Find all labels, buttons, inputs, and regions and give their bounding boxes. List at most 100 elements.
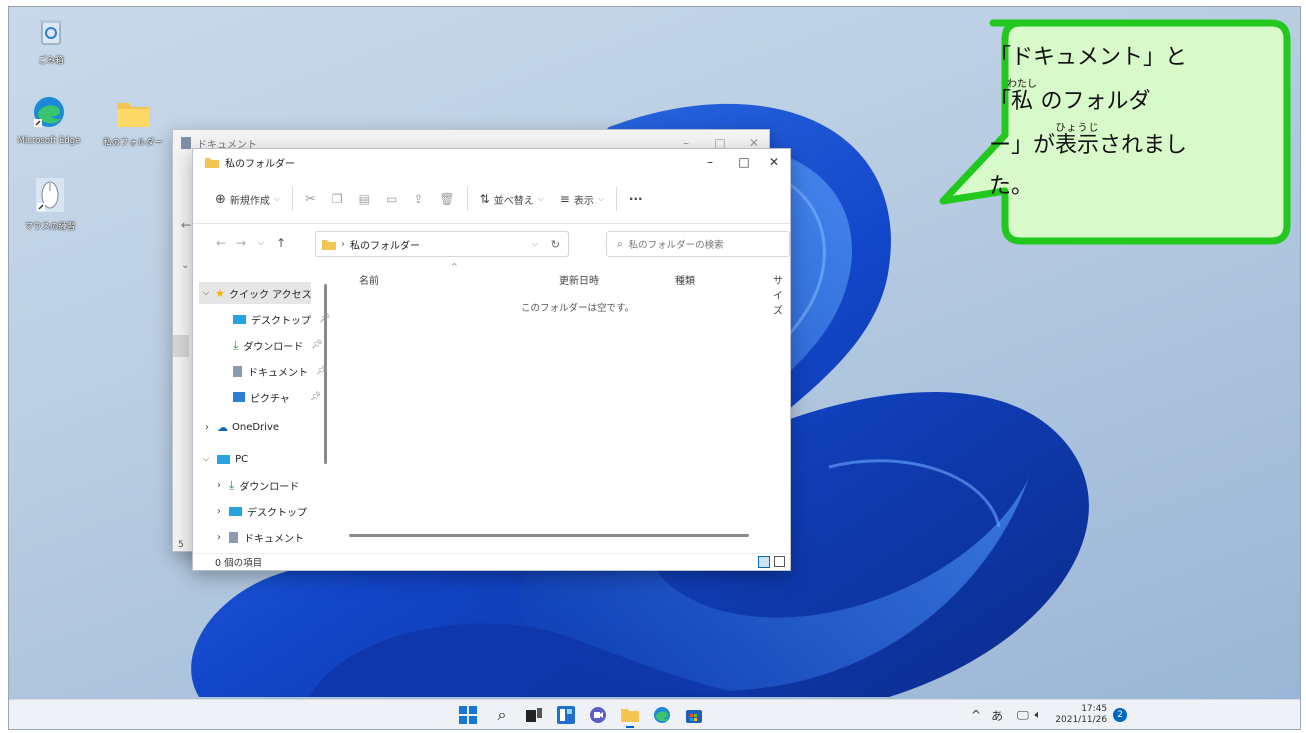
back-chevron-icon: ⌄ bbox=[181, 260, 190, 271]
sidebar-item-pc-desktop[interactable]: › デスクトップ bbox=[217, 500, 307, 522]
sidebar-item-desktop[interactable]: デスクトップ 📌︎ bbox=[233, 308, 330, 330]
callout-line-4: た。 bbox=[989, 174, 1034, 200]
rename-icon: ▭ bbox=[386, 192, 398, 206]
recent-chevron-icon[interactable]: ⌵ bbox=[251, 238, 271, 248]
address-bar[interactable]: › 私のフォルダー ⌵ ↻ bbox=[315, 231, 569, 257]
task-view-button[interactable] bbox=[525, 706, 543, 724]
chevron-up-icon[interactable]: ^ bbox=[971, 708, 981, 722]
callout-line-3: ー」が表示ひょうじされまし bbox=[989, 123, 1289, 167]
desktop-icon-label: ごみ箱 bbox=[38, 56, 64, 66]
close-icon[interactable]: ✕ bbox=[757, 149, 791, 175]
sidebar-item-pc[interactable]: ⌵ PC bbox=[203, 448, 248, 470]
search-button[interactable]: ⌕ bbox=[493, 705, 511, 724]
copy-button[interactable]: ❐ bbox=[324, 192, 351, 206]
sidebar-label: OneDrive bbox=[232, 421, 280, 433]
callout-line-1: 「ドキュメント」と bbox=[989, 45, 1188, 70]
column-header-size[interactable]: サイズ bbox=[773, 272, 790, 317]
new-button-label: 新規作成 bbox=[229, 195, 270, 207]
callout-text: 「ドキュメント」と 「私わたし のフォルダ ー」が表示ひょうじされまし た。 bbox=[989, 37, 1289, 208]
sidebar-label: ドキュメント bbox=[248, 367, 308, 379]
start-button[interactable] bbox=[459, 706, 477, 724]
chat-button[interactable] bbox=[589, 706, 607, 724]
callout-kanji: 表示 bbox=[1055, 132, 1100, 158]
sidebar-item-documents[interactable]: ドキュメント 📌︎ bbox=[233, 360, 327, 382]
chevron-right-icon: › bbox=[217, 531, 221, 543]
view-button[interactable]: ≡ 表示 ⌵ bbox=[552, 192, 612, 207]
share-button[interactable]: ⇪ bbox=[405, 192, 431, 206]
paste-button[interactable]: ▤ bbox=[351, 192, 378, 206]
horizontal-scrollbar[interactable] bbox=[349, 534, 749, 537]
forward-arrow-icon[interactable]: → bbox=[231, 236, 251, 250]
details-view-icon[interactable] bbox=[758, 556, 770, 568]
desktop-icon-mouse-practice[interactable]: マウスの練習 bbox=[15, 177, 85, 232]
cloud-icon: ☁ bbox=[217, 420, 228, 434]
sidebar-label: ダウンロード bbox=[243, 341, 304, 353]
search-box[interactable]: ⌕ 私のフォルダーの検索 bbox=[606, 231, 790, 257]
widgets-icon bbox=[557, 706, 575, 724]
chevron-down-icon: ⌵ bbox=[537, 194, 544, 203]
callout-ruby-hyouji: 表示ひょうじ bbox=[1055, 123, 1100, 158]
command-bar: ⊕ 新規作成 ⌵ ✂ ❐ ▤ ▭ ⇪ 🗑︎ ⇅ 並べ替え ⌵ ≡ 表示 ⌵ ··… bbox=[193, 175, 790, 224]
network-icon[interactable]: 🖵︎ bbox=[1017, 708, 1029, 723]
delete-button[interactable]: 🗑︎ bbox=[431, 192, 462, 206]
clock-time: 17:45 bbox=[1081, 704, 1108, 714]
sidebar-item-pc-downloads[interactable]: › ⤓ ダウンロード bbox=[217, 474, 299, 496]
pin-icon: 📌︎ bbox=[309, 392, 322, 402]
desktop-icon-label: Microsoft Edge bbox=[17, 136, 81, 146]
desktop-icon-my-folder[interactable]: 私のフォルダー bbox=[98, 99, 168, 148]
sidebar-item-pictures[interactable]: ピクチャ 📌︎ bbox=[233, 386, 321, 408]
folder-icon bbox=[205, 157, 219, 168]
more-button[interactable]: ··· bbox=[621, 192, 651, 206]
desktop-icon bbox=[229, 506, 242, 516]
new-button[interactable]: ⊕ 新規作成 ⌵ bbox=[207, 192, 288, 207]
store-icon bbox=[686, 710, 702, 723]
column-header-date[interactable]: 更新日時 bbox=[559, 272, 599, 287]
minimize-icon[interactable]: – bbox=[693, 149, 727, 175]
sort-button[interactable]: ⇅ 並べ替え ⌵ bbox=[472, 192, 552, 207]
plus-circle-icon: ⊕ bbox=[215, 191, 226, 207]
cut-button[interactable]: ✂ bbox=[297, 192, 324, 207]
sidebar-item-onedrive[interactable]: › ☁ OneDrive bbox=[205, 416, 279, 438]
desktop-icon-edge[interactable]: Microsoft Edge bbox=[14, 95, 84, 146]
desktop-icon-label: 私のフォルダー bbox=[103, 138, 163, 148]
sidebar-item-quick-access[interactable]: ⌵ ★ クイック アクセス bbox=[199, 282, 312, 304]
document-icon bbox=[181, 137, 191, 149]
callout-furigana: わたし bbox=[1007, 78, 1038, 90]
maximize-icon[interactable]: □ bbox=[727, 149, 761, 175]
document-icon bbox=[229, 531, 238, 543]
my-folder-window[interactable]: 私のフォルダー – □ ✕ ⊕ 新規作成 ⌵ ✂ ❐ ▤ ▭ ⇪ 🗑︎ ⇅ 並べ… bbox=[192, 148, 791, 571]
sidebar-label: ダウンロード bbox=[239, 481, 300, 493]
toolbar-separator bbox=[615, 187, 617, 211]
clock[interactable]: 17:45 2021/11/26 bbox=[1055, 704, 1107, 726]
file-list: ^ 名前 更新日時 種類 サイズ このフォルダーは空です。 bbox=[333, 262, 790, 556]
refresh-icon[interactable]: ↻ bbox=[551, 238, 560, 251]
sidebar-item-pc-documents[interactable]: › ドキュメント bbox=[217, 526, 304, 548]
volume-icon[interactable]: 🔈︎ bbox=[1035, 708, 1042, 722]
computer-icon bbox=[217, 454, 231, 464]
star-icon: ★ bbox=[215, 286, 225, 300]
sort-icon: ⇅ bbox=[479, 192, 490, 206]
ime-indicator[interactable]: あ bbox=[991, 707, 1003, 724]
store-button[interactable] bbox=[685, 706, 703, 724]
back-arrow-icon[interactable]: ← bbox=[211, 236, 231, 250]
widgets-button[interactable] bbox=[557, 706, 575, 724]
back-nav-arrow-icon: ← bbox=[181, 218, 192, 232]
search-icon: ⌕ bbox=[497, 705, 507, 724]
column-header-type[interactable]: 種類 bbox=[675, 272, 695, 287]
edge-button[interactable] bbox=[653, 706, 671, 724]
mouse-icon bbox=[36, 178, 64, 212]
rename-button[interactable]: ▭ bbox=[378, 192, 405, 206]
chevron-down-icon[interactable]: ⌵ bbox=[532, 239, 538, 249]
file-explorer-button[interactable] bbox=[621, 706, 639, 728]
sidebar-label: PC bbox=[235, 453, 249, 465]
up-arrow-icon[interactable]: ↑ bbox=[271, 236, 291, 250]
tiles-view-icon[interactable] bbox=[774, 556, 785, 567]
screen-frame: ごみ箱 Microsoft Edge 私のフォルダー マウスの練習 ドキュメント… bbox=[8, 6, 1301, 730]
notification-badge[interactable]: 2 bbox=[1113, 708, 1128, 722]
sidebar-scrollbar[interactable] bbox=[324, 284, 327, 464]
desktop-icon-recycle-bin[interactable]: ごみ箱 bbox=[16, 17, 86, 66]
desktop-icon bbox=[233, 314, 246, 324]
column-header-name[interactable]: 名前 bbox=[359, 272, 379, 287]
sidebar-item-downloads[interactable]: ⤓ ダウンロード 📌︎ bbox=[233, 334, 323, 356]
breadcrumb-chevron-icon: › bbox=[341, 238, 345, 250]
